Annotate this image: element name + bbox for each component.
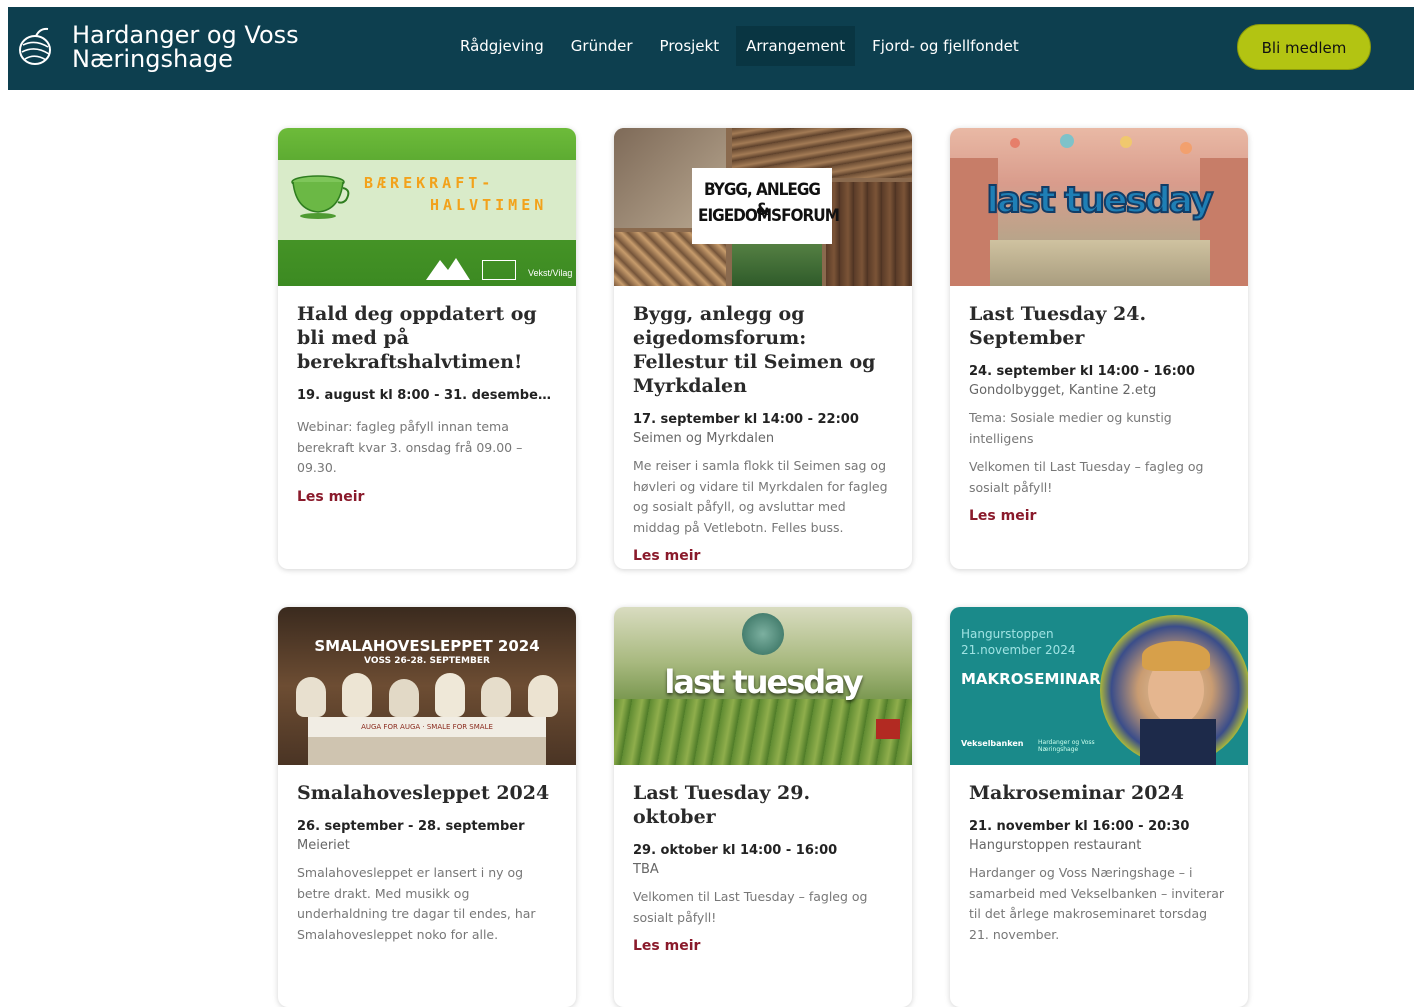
event-card[interactable]: BÆREKRAFT- HALVTIMEN Vekst/Vilag Hald de…	[278, 128, 576, 569]
event-location: Hangurstoppen restaurant	[969, 838, 1142, 853]
logo-line2: Næringshage	[72, 45, 233, 73]
event-card[interactable]: Hangurstoppen 21.november 2024 MAKROSEMI…	[950, 607, 1248, 1007]
vekselbanken-logo: Vekselbanken	[961, 739, 1024, 748]
event-image[interactable]: BYGG, ANLEGG & EIGEDOMSFORUM	[614, 128, 912, 286]
event-card[interactable]: BYGG, ANLEGG & EIGEDOMSFORUM Bygg, anleg…	[614, 128, 912, 569]
banner-partner: Vekst/Vilag	[528, 268, 573, 278]
event-location: Seimen og Myrkdalen	[633, 431, 775, 446]
banner-title-1: BÆREKRAFT-	[364, 174, 495, 192]
logo-line1: Hardanger og Voss	[72, 21, 299, 49]
nav-item-fjordfondet[interactable]: Fjord- og fjellfondet	[862, 26, 1029, 66]
banner-title-2: HALVTIMEN	[430, 196, 548, 214]
join-button[interactable]: Bli medlem	[1237, 24, 1371, 70]
site-header: Hardanger og Voss Næringshage Rådgjeving…	[8, 7, 1414, 90]
nav-item-arrangement[interactable]: Arrangement	[736, 26, 856, 66]
read-more-link[interactable]: Les meir	[633, 548, 893, 564]
banner-title: last tuesday	[664, 663, 863, 701]
event-image[interactable]: BÆREKRAFT- HALVTIMEN Vekst/Vilag	[278, 128, 576, 286]
main-nav: Rådgjeving Gründer Prosjekt Arrangement …	[450, 26, 1036, 66]
logo-icon	[19, 27, 51, 65]
banner-date: 21.november 2024	[961, 643, 1076, 657]
event-image[interactable]: last tuesday	[950, 128, 1248, 286]
event-date: 19. august kl 8:00 - 31. desember kl 17:…	[297, 388, 557, 403]
event-description: Hardanger og Voss Næringshage – i samarb…	[969, 865, 1225, 942]
event-location: TBA	[633, 862, 659, 877]
mountain-logo-icon	[426, 258, 470, 280]
banner-title: last tuesday	[986, 179, 1215, 222]
event-image[interactable]: SMALAHOVESLEPPET 2024 VOSS 26-28. SEPTEM…	[278, 607, 576, 765]
event-title[interactable]: Smalahovesleppet 2024	[297, 781, 557, 805]
event-location: Meieriet	[297, 838, 350, 853]
event-card[interactable]: SMALAHOVESLEPPET 2024 VOSS 26-28. SEPTEM…	[278, 607, 576, 1007]
banner-tagline: AUGA FOR AUGA · SMALE FOR SMALE	[361, 723, 493, 731]
event-title[interactable]: Makroseminar 2024	[969, 781, 1229, 805]
event-description-2: Velkomen til Last Tuesday – fagleg og so…	[969, 459, 1204, 495]
nav-item-grunder[interactable]: Gründer	[561, 26, 643, 66]
banner-title-2: EIGEDOMSFORUM	[698, 206, 840, 226]
event-card[interactable]: last tuesday Last Tuesday 29. oktober 29…	[614, 607, 912, 1007]
event-date: 29. oktober kl 14:00 - 16:00	[633, 843, 838, 858]
read-more-link[interactable]: Les meir	[297, 489, 557, 505]
hvn-logo: Hardanger og Voss Næringshage	[1038, 739, 1095, 753]
banner-title: SMALAHOVESLEPPET 2024	[314, 637, 540, 655]
event-date: 24. september kl 14:00 - 16:00	[969, 364, 1195, 379]
banner-place: Hangurstoppen	[961, 627, 1054, 641]
event-description: Tema: Sosiale medier og kunstig intellig…	[969, 410, 1172, 446]
banner-subtitle: VOSS 26-28. SEPTEMBER	[364, 656, 490, 666]
event-location: Gondolbygget, Kantine 2.etg	[969, 383, 1157, 398]
event-date: 21. november kl 16:00 - 20:30	[969, 819, 1190, 834]
site-logo[interactable]: Hardanger og Voss Næringshage	[18, 23, 299, 71]
nav-item-prosjekt[interactable]: Prosjekt	[650, 26, 730, 66]
read-more-link[interactable]: Les meir	[969, 508, 1229, 524]
event-description: Me reiser i samla flokk til Seimen sag o…	[633, 458, 888, 535]
event-description: Smalahovesleppet er lansert i ny og betr…	[297, 865, 536, 942]
event-image[interactable]: Hangurstoppen 21.november 2024 MAKROSEMI…	[950, 607, 1248, 765]
event-description: Velkomen til Last Tuesday – fagleg og so…	[633, 889, 868, 925]
event-card[interactable]: last tuesday Last Tuesday 24. September …	[950, 128, 1248, 569]
event-image[interactable]: last tuesday	[614, 607, 912, 765]
event-title[interactable]: Hald deg oppdatert og bli med på berekra…	[297, 302, 557, 374]
nav-item-radgjeving[interactable]: Rådgjeving	[450, 26, 554, 66]
event-date: 17. september kl 14:00 - 22:00	[633, 412, 859, 427]
event-title[interactable]: Bygg, anlegg og eigedomsforum: Fellestur…	[633, 302, 893, 398]
banner-title: MAKROSEMINAR	[961, 670, 1101, 688]
event-date: 26. september - 28. september	[297, 819, 525, 834]
teacup-icon	[291, 175, 350, 219]
event-title[interactable]: Last Tuesday 24. September	[969, 302, 1229, 350]
event-title[interactable]: Last Tuesday 29. oktober	[633, 781, 893, 829]
event-description: Webinar: fagleg påfyll innan tema berekr…	[297, 419, 523, 475]
read-more-link[interactable]: Les meir	[633, 938, 893, 954]
banner-box-icon	[482, 260, 516, 280]
